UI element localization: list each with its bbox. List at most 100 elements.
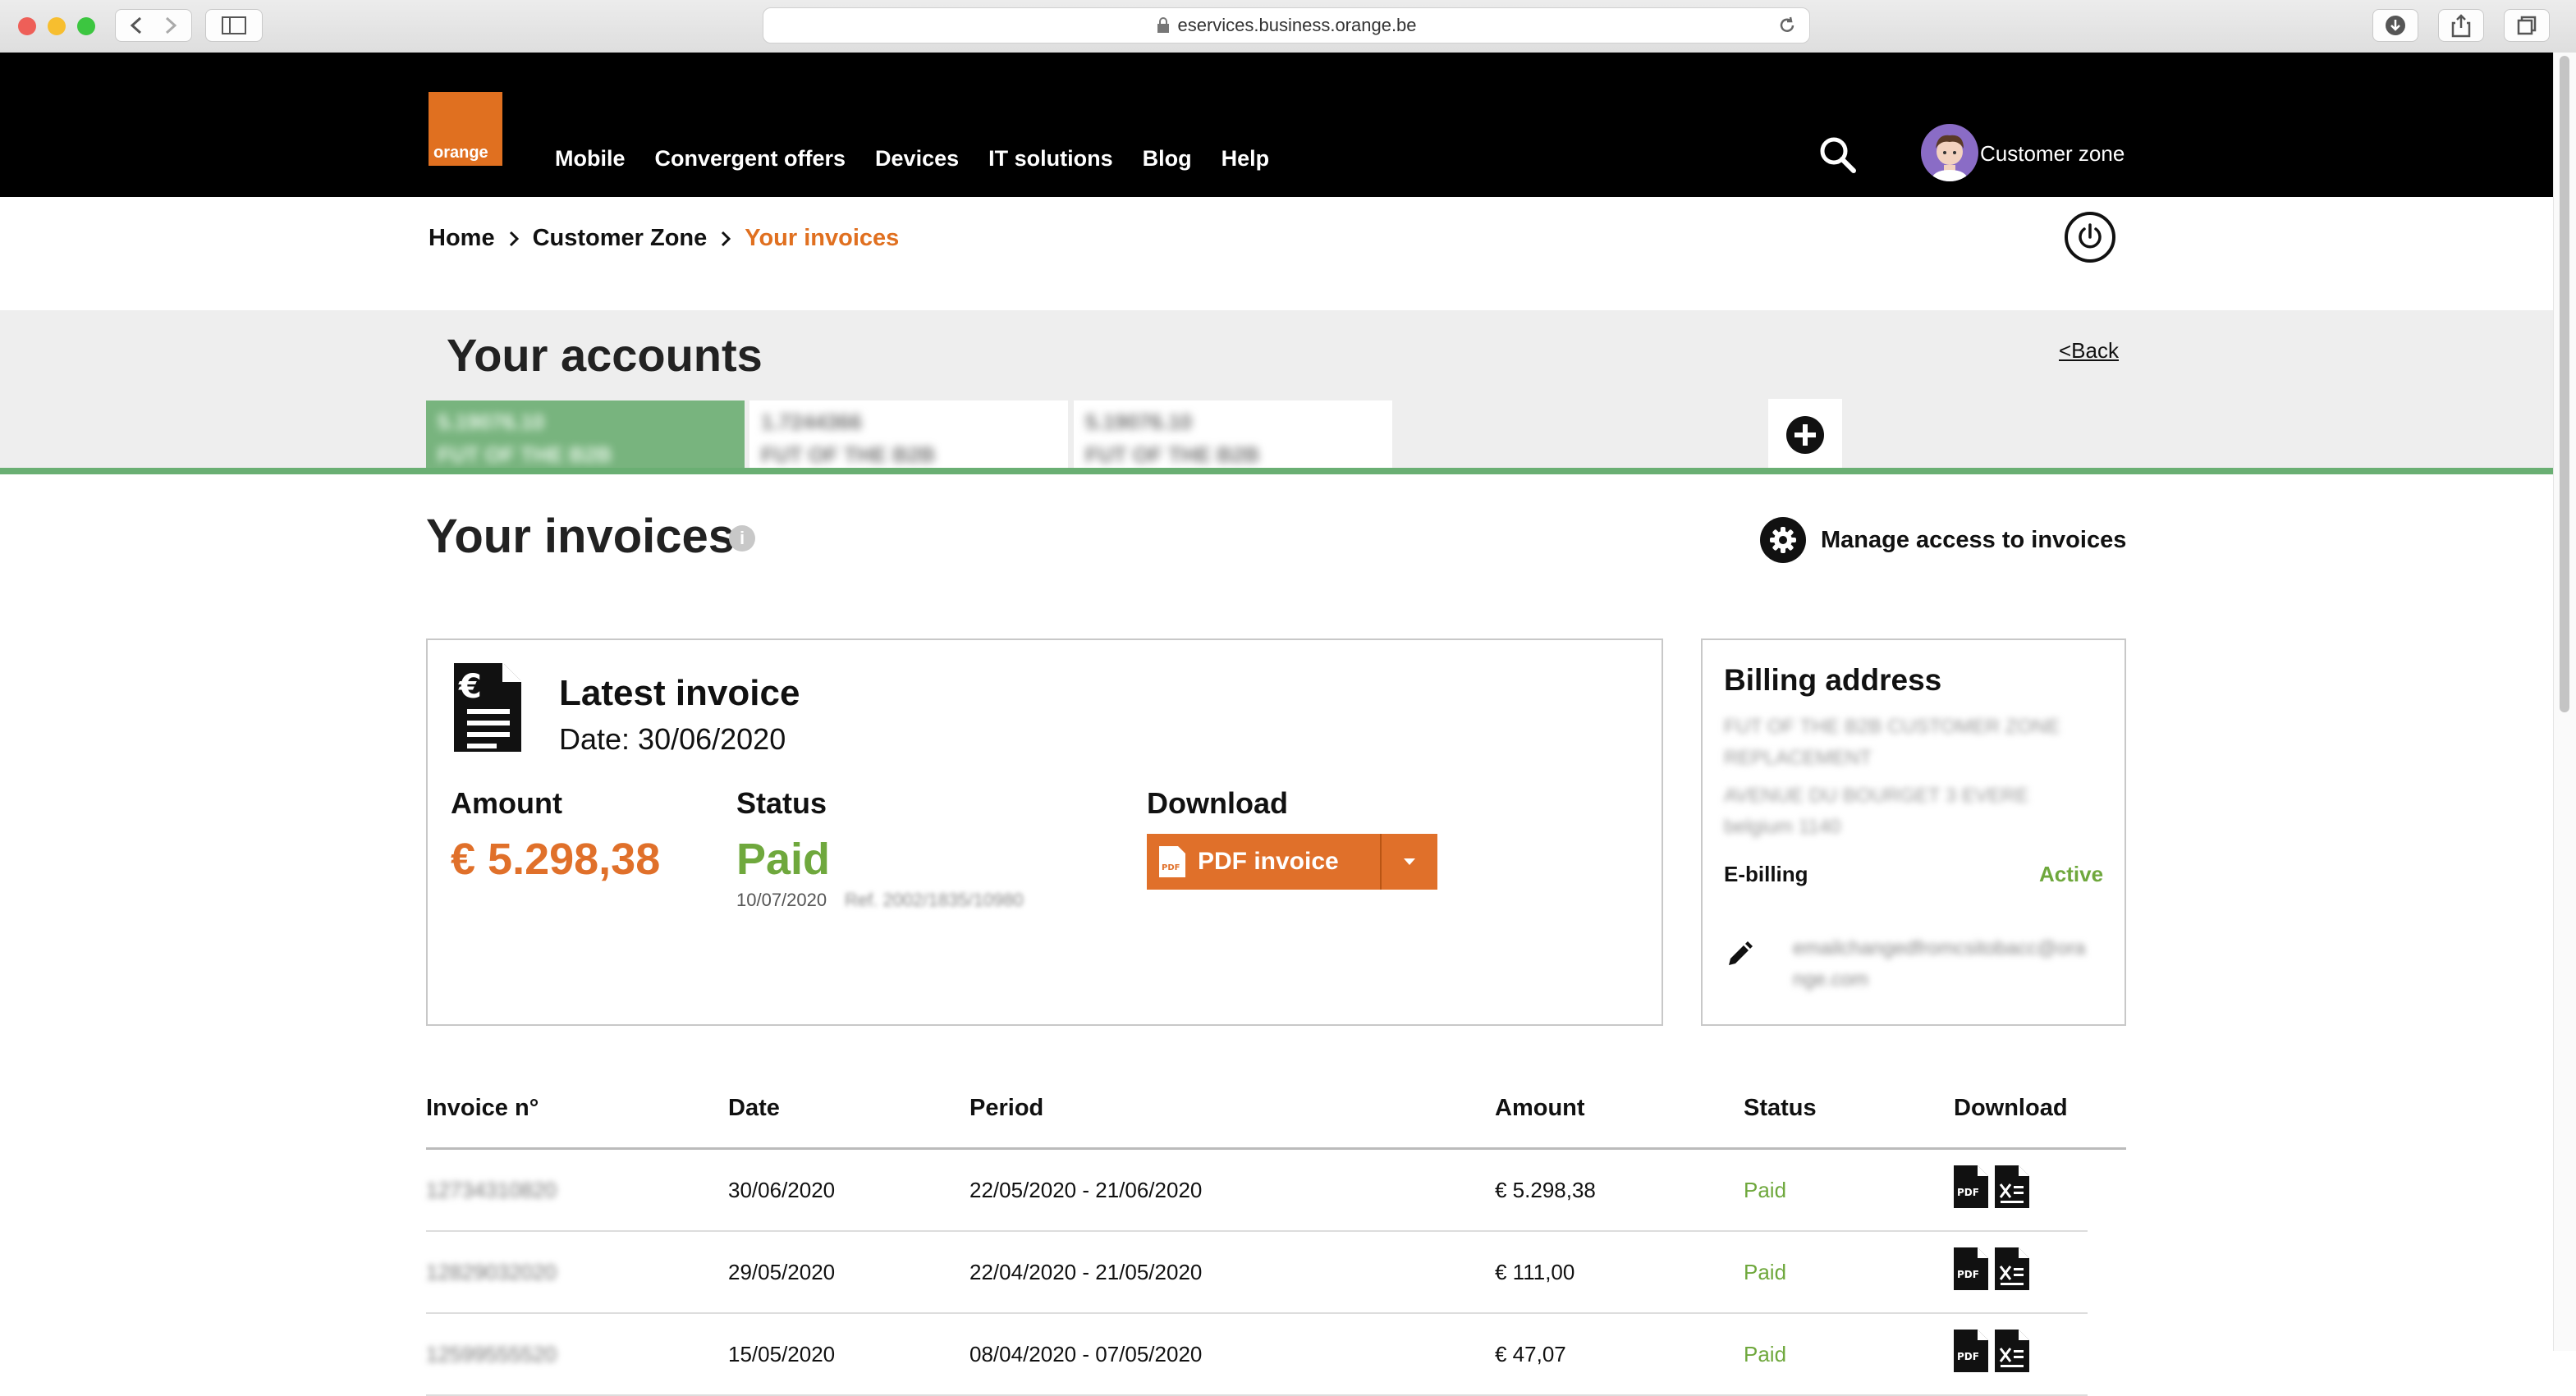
- zoom-window-button[interactable]: [77, 17, 95, 35]
- tabs-overview-button[interactable]: [2504, 9, 2550, 42]
- main-nav: Mobile Convergent offers Devices IT solu…: [555, 146, 1299, 172]
- latest-invoice-card: € Latest invoice Date: 30/06/2020 Amount…: [426, 638, 1663, 1026]
- tabs-icon: [2517, 16, 2537, 35]
- manage-access-label: Manage access to invoices: [1821, 526, 2127, 553]
- invoice-number: 12734310820: [426, 1178, 557, 1202]
- nav-mobile[interactable]: Mobile: [555, 146, 626, 172]
- add-account-button[interactable]: [1768, 399, 1842, 471]
- account-number: 1.7244366: [761, 410, 862, 434]
- payment-reference: Ref. 2002/1835/10980: [845, 890, 1024, 910]
- invoice-period: 08/04/2020 - 07/05/2020: [969, 1342, 1203, 1366]
- invoice-table: Invoice n° Date Period Amount Status Dow…: [426, 1083, 2126, 1396]
- address-line: REPLACEMENT: [1724, 747, 1872, 769]
- invoice-date: 15/05/2020: [728, 1342, 836, 1366]
- account-tab-3[interactable]: 5.19076.10 FUT OF THE B2B: [1074, 400, 1392, 471]
- download-icons: PDF: [1953, 1247, 2035, 1291]
- account-name: FUT OF THE B2B: [761, 442, 936, 467]
- plus-circle-icon: [1786, 416, 1824, 454]
- col-download: Download: [1954, 1095, 2068, 1121]
- table-header: Invoice n° Date Period Amount Status Dow…: [426, 1083, 2126, 1150]
- avatar[interactable]: [1921, 124, 1978, 181]
- chevron-right-icon: [509, 231, 519, 246]
- invoice-status: Paid: [1744, 1342, 1787, 1366]
- invoice-date: 29/05/2020: [728, 1260, 836, 1284]
- caret-down-icon: [1404, 858, 1415, 865]
- email-line: nge.com: [1793, 968, 1869, 991]
- download-circle-icon: [2386, 16, 2405, 35]
- pencil-icon[interactable]: [1726, 939, 1753, 967]
- logout-button[interactable]: [2065, 212, 2115, 263]
- billing-address-card: Billing address FUT OF THE B2B CUSTOMER …: [1701, 638, 2126, 1026]
- search-icon[interactable]: [1817, 135, 1859, 176]
- excel-download-icon[interactable]: [1994, 1165, 2030, 1209]
- invoice-period: 22/04/2020 - 21/05/2020: [969, 1260, 1203, 1284]
- invoice-status: Paid: [1744, 1260, 1787, 1284]
- breadcrumb: Home Customer Zone Your invoices: [429, 225, 899, 252]
- pdf-options-dropdown[interactable]: [1380, 834, 1437, 890]
- pdf-icon-text: PDF: [1162, 863, 1180, 872]
- nav-help[interactable]: Help: [1222, 146, 1270, 172]
- downloads-button[interactable]: [2372, 9, 2418, 42]
- account-tab-2[interactable]: 1.7244366 FUT OF THE B2B: [749, 400, 1068, 471]
- pdf-download-icon[interactable]: PDF: [1953, 1329, 1989, 1373]
- pdf-icon-text: PDF: [1957, 1351, 1979, 1362]
- info-icon[interactable]: i: [729, 525, 755, 552]
- scrollbar-thumb[interactable]: [2560, 56, 2569, 712]
- billing-title: Billing address: [1724, 663, 1942, 697]
- lock-icon: [1157, 17, 1170, 33]
- invoice-status: Paid: [1744, 1178, 1787, 1202]
- customer-zone-link[interactable]: Customer zone: [1980, 141, 2125, 167]
- account-name: FUT OF THE B2B: [1085, 442, 1260, 467]
- latest-invoice-title: Latest invoice: [559, 673, 800, 713]
- pdf-icon-text: PDF: [1957, 1187, 1979, 1198]
- account-tab-1[interactable]: 5.19076.10 FUT OF THE B2B: [426, 400, 745, 471]
- manage-access-button[interactable]: Manage access to invoices: [1760, 517, 2126, 563]
- paid-date: 10/07/2020: [736, 890, 827, 910]
- nav-blog[interactable]: Blog: [1143, 146, 1192, 172]
- url-text: eservices.business.orange.be: [1177, 15, 1417, 35]
- download-icons: PDF: [1953, 1165, 2035, 1209]
- invoice-amount: € 5.298,38: [1495, 1178, 1596, 1202]
- breadcrumb-customer-zone[interactable]: Customer Zone: [533, 225, 708, 252]
- accounts-section: Your accounts <Back 5.19076.10 FUT OF TH…: [0, 310, 2553, 471]
- chevron-right-icon: [722, 231, 731, 246]
- back-link[interactable]: <Back: [2059, 338, 2119, 364]
- close-window-button[interactable]: [18, 17, 36, 35]
- email-line: emailchangedfromcsitobacc@ora: [1793, 937, 2086, 959]
- gear-icon: [1760, 517, 1806, 563]
- col-amount: Amount: [1495, 1095, 1585, 1121]
- account-name: FUT OF THE B2B: [438, 442, 612, 467]
- excel-download-icon[interactable]: [1994, 1247, 2030, 1291]
- pdf-download-icon[interactable]: PDF: [1953, 1165, 1989, 1209]
- power-icon: [2079, 223, 2102, 249]
- nav-it-solutions[interactable]: IT solutions: [988, 146, 1113, 172]
- sidebar-toggle-button[interactable]: [205, 9, 263, 42]
- invoice-number: 12829032020: [426, 1260, 557, 1284]
- amount-label: Amount: [451, 786, 562, 820]
- latest-invoice-date-row: Date: 30/06/2020: [559, 722, 786, 757]
- reload-icon[interactable]: [1776, 15, 1798, 36]
- svg-text:€: €: [458, 668, 482, 706]
- minimize-window-button[interactable]: [48, 17, 66, 35]
- nav-devices[interactable]: Devices: [875, 146, 959, 172]
- forward-arrow-icon[interactable]: [154, 13, 186, 38]
- accounts-divider: [0, 468, 2553, 474]
- invoice-period: 22/05/2020 - 21/06/2020: [969, 1178, 1203, 1202]
- account-number: 5.19076.10: [438, 410, 545, 434]
- address-bar[interactable]: eservices.business.orange.be: [763, 7, 1810, 43]
- user-avatar-icon: [1931, 135, 1969, 181]
- nav-convergent-offers[interactable]: Convergent offers: [655, 146, 846, 172]
- back-arrow-icon[interactable]: [121, 13, 154, 38]
- pdf-download-icon[interactable]: PDF: [1953, 1247, 1989, 1291]
- col-period: Period: [969, 1095, 1044, 1121]
- breadcrumb-current: Your invoices: [745, 225, 900, 251]
- pdf-invoice-label: PDF invoice: [1198, 848, 1339, 875]
- history-nav: [115, 9, 192, 42]
- address-line: belgium 1140: [1724, 816, 1841, 838]
- orange-logo[interactable]: orange: [429, 92, 502, 166]
- download-label: Download: [1147, 786, 1288, 820]
- share-button[interactable]: [2438, 9, 2484, 42]
- ebilling-status: Active: [2039, 862, 2104, 886]
- breadcrumb-home[interactable]: Home: [429, 225, 495, 252]
- excel-download-icon[interactable]: [1994, 1329, 2030, 1373]
